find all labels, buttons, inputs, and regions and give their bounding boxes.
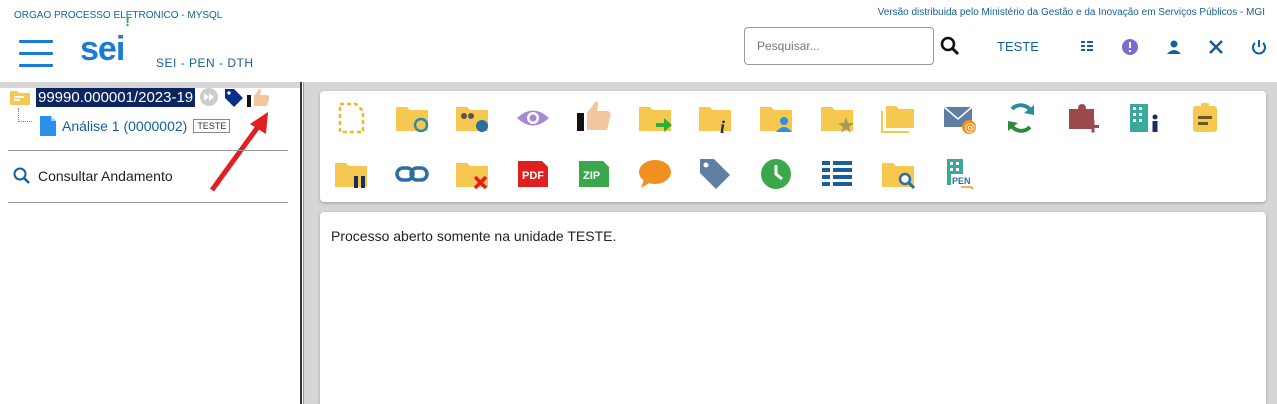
consultar-andamento-label: Consultar Andamento — [38, 168, 173, 184]
comment-icon[interactable] — [638, 157, 672, 191]
folder-remove-icon[interactable] — [455, 157, 489, 191]
building-person-icon[interactable] — [1127, 101, 1161, 135]
tools-icon[interactable] — [1206, 37, 1226, 57]
tag-icon[interactable] — [698, 157, 732, 191]
folder-info-icon[interactable]: i — [698, 101, 732, 135]
tree-connector — [18, 108, 32, 122]
folder-icon — [10, 91, 30, 105]
folder-user-icon[interactable] — [759, 101, 793, 135]
power-icon[interactable] — [1249, 37, 1269, 57]
svg-text:PEN: PEN — [952, 176, 971, 186]
folder-send-icon[interactable] — [638, 101, 672, 135]
tag-icon[interactable] — [223, 87, 245, 107]
thumbs-up-icon[interactable] — [577, 99, 611, 133]
refresh-icon[interactable] — [1004, 101, 1038, 135]
svg-text:i: i — [720, 117, 725, 135]
clock-icon[interactable] — [759, 157, 793, 191]
svg-text:@: @ — [965, 121, 976, 134]
grid-menu-icon[interactable] — [1077, 37, 1097, 57]
folder-users-settings-icon[interactable] — [455, 101, 489, 135]
email-icon[interactable]: @ — [943, 101, 977, 135]
svg-text:PDF: PDF — [522, 170, 544, 182]
top-header: ORGAO PROCESSO ELETRONICO - MYSQL Versão… — [0, 0, 1277, 82]
search-icon — [13, 167, 30, 184]
fast-forward-icon[interactable] — [199, 87, 219, 107]
content-panel: Processo aberto somente na unidade TESTE… — [320, 212, 1266, 404]
menu-icon[interactable] — [19, 40, 53, 67]
folder-pause-icon[interactable] — [334, 157, 368, 191]
pdf-icon[interactable]: PDF — [516, 157, 550, 191]
organization-name: ORGAO PROCESSO ELETRONICO - MYSQL — [14, 10, 223, 21]
zip-icon[interactable]: ZIP — [577, 157, 611, 191]
process-toolbar: i @ PDF ZIP PEN — [320, 91, 1266, 202]
search-icon[interactable] — [940, 36, 960, 56]
process-tree-node[interactable]: 99990.000001/2023-19 — [10, 86, 271, 108]
search-input[interactable] — [744, 27, 934, 65]
version-text: Versão distribuida pelo Ministério da Ge… — [877, 7, 1265, 18]
eye-icon[interactable] — [516, 101, 550, 135]
notice-icon[interactable] — [1120, 37, 1140, 57]
user-icon[interactable] — [1164, 37, 1184, 57]
list-icon[interactable] — [820, 157, 854, 191]
process-number[interactable]: 99990.000001/2023-19 — [36, 87, 196, 107]
document-tree-node[interactable]: Análise 1 (0000002) TESTE — [40, 116, 231, 136]
pen-icon[interactable]: PEN — [943, 157, 977, 191]
sei-logo[interactable]: sei! — [80, 13, 130, 69]
folder-star-icon[interactable] — [820, 101, 854, 135]
thumbs-up-icon[interactable] — [247, 87, 271, 107]
divider — [8, 202, 288, 203]
system-subtitle: SEI - PEN - DTH — [156, 56, 254, 70]
consultar-andamento-link[interactable]: Consultar Andamento — [12, 166, 173, 186]
folder-search-icon[interactable] — [881, 157, 915, 191]
process-status-message: Processo aberto somente na unidade TESTE… — [331, 228, 617, 244]
folder-sync-icon[interactable] — [395, 101, 429, 135]
red-arrow-annotation — [209, 112, 268, 192]
document-link[interactable]: Análise 1 (0000002) — [62, 118, 187, 134]
divider — [8, 150, 288, 151]
document-icon — [40, 116, 56, 136]
link-icon[interactable] — [395, 157, 429, 191]
puzzle-add-icon[interactable] — [1066, 101, 1100, 135]
svg-text:ZIP: ZIP — [583, 170, 600, 182]
new-document-icon[interactable] — [334, 101, 368, 135]
folders-icon[interactable] — [881, 101, 915, 135]
unit-selector[interactable]: TESTE — [997, 39, 1039, 54]
note-icon[interactable] — [1188, 101, 1222, 135]
